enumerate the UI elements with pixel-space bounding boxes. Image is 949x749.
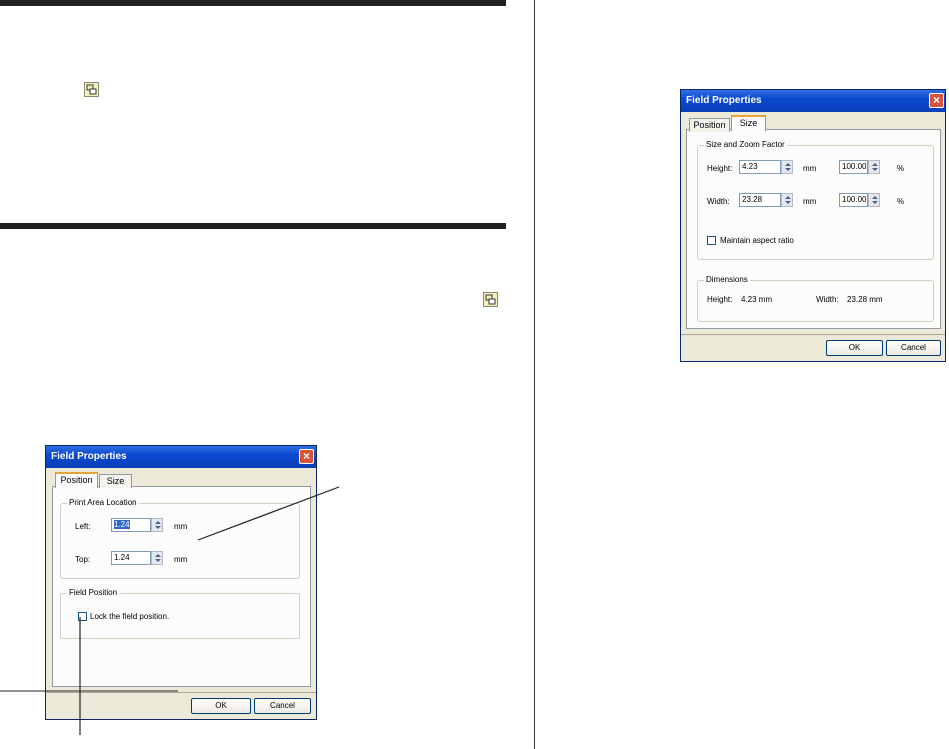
width-field[interactable]: 23.28 <box>739 193 781 207</box>
width-unit: mm <box>803 197 817 206</box>
ok-button[interactable]: OK <box>826 340 883 356</box>
dim-width-label: Width: <box>816 295 839 304</box>
dialog-title: Field Properties <box>686 95 762 106</box>
maintain-aspect-label: Maintain aspect ratio <box>720 236 794 245</box>
height-field[interactable]: 4.23 <box>739 160 781 174</box>
tab-label: Size <box>739 118 758 128</box>
cancel-button[interactable]: Cancel <box>886 340 941 356</box>
width-value: 23.28 <box>742 195 763 204</box>
dialog-titlebar: Field Properties × <box>681 90 945 112</box>
callout-line-fields <box>197 486 340 541</box>
height-zoom-field[interactable]: 100.00 <box>839 160 868 174</box>
dim-height-label: Height: <box>707 295 733 304</box>
maintain-aspect-checkbox[interactable] <box>707 236 716 245</box>
group-label: Size and Zoom Factor <box>704 140 787 149</box>
height-stepper[interactable] <box>781 160 793 174</box>
width-label: Width: <box>707 197 730 206</box>
divider <box>681 334 945 335</box>
height-zoom-stepper[interactable] <box>868 160 880 174</box>
width-zoom-unit: % <box>897 197 905 206</box>
width-zoom-field[interactable]: 100.00 <box>839 193 868 207</box>
close-icon[interactable]: × <box>929 93 944 108</box>
height-zoom-value: 100.00 <box>842 162 867 171</box>
dim-width-value: 23.28 mm <box>847 295 883 304</box>
width-zoom-value: 100.00 <box>842 195 867 204</box>
width-zoom-stepper[interactable] <box>868 193 880 207</box>
tab-size[interactable]: Size <box>731 115 766 131</box>
dim-height-value: 4.23 mm <box>741 295 773 304</box>
tab-label: Position <box>693 120 726 130</box>
height-unit: mm <box>803 164 817 173</box>
tab-position[interactable]: Position <box>689 118 730 132</box>
cancel-label: Cancel <box>901 343 926 352</box>
group-label: Dimensions <box>704 275 750 284</box>
width-stepper[interactable] <box>781 193 793 207</box>
height-zoom-unit: % <box>897 164 905 173</box>
field-properties-dialog-size: Field Properties × Position Size Size an… <box>680 89 946 362</box>
ok-label: OK <box>848 343 861 352</box>
height-value: 4.23 <box>742 162 758 171</box>
height-label: Height: <box>707 164 733 173</box>
